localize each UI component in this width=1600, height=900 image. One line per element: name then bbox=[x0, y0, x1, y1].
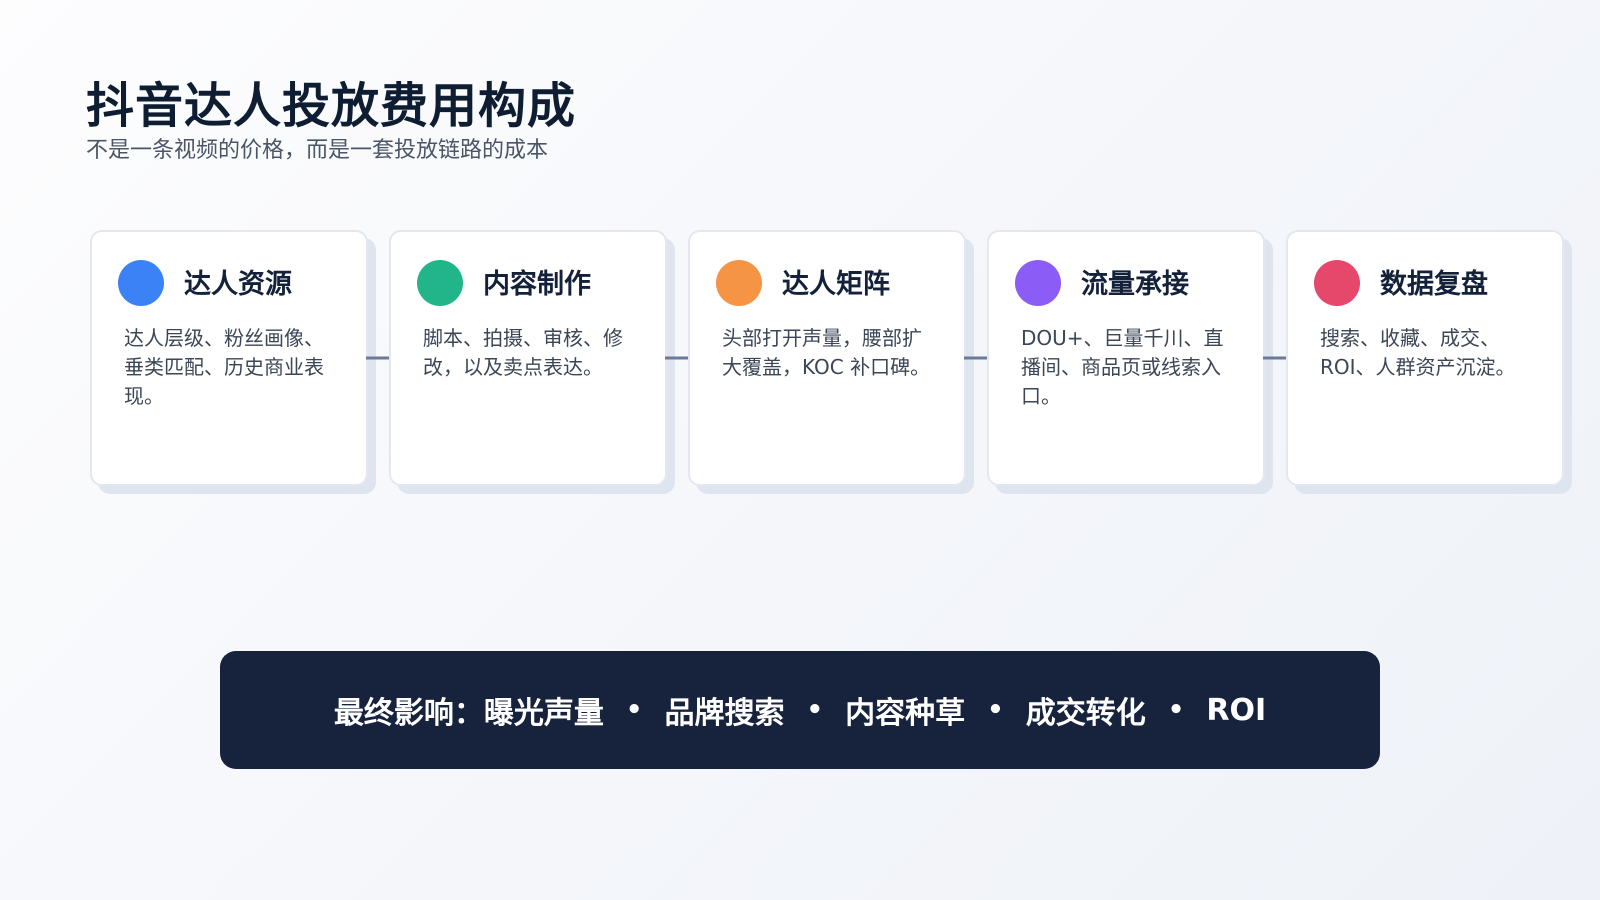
bullet-separator: • bbox=[987, 695, 1004, 725]
impact-item: 品牌搜索 bbox=[664, 696, 785, 731]
bullet-separator: • bbox=[625, 695, 643, 725]
step-card-content-production: 内容制作 脚本、拍摄、审核、修改，以及卖点表达。 bbox=[389, 230, 667, 486]
impact-item: 曝光声量 bbox=[483, 696, 604, 731]
impact-item: ROI bbox=[1206, 692, 1267, 728]
arrow-right-icon bbox=[366, 230, 401, 486]
step-dot-icon bbox=[118, 260, 164, 306]
arrow-right-icon bbox=[1263, 230, 1298, 486]
process-flow: 达人资源 达人层级、粉丝画像、垂类匹配、历史商业表现。 内容制作 脚本、拍摄、审… bbox=[90, 230, 1564, 486]
impact-item: 内容种草 bbox=[845, 696, 966, 731]
step-description: 脚本、拍摄、审核、修改，以及卖点表达。 bbox=[423, 326, 623, 379]
impact-item: 成交转化 bbox=[1025, 696, 1146, 731]
step-description: DOU+、巨量千川、直播间、商品页或线索入口。 bbox=[1021, 326, 1224, 408]
step-card-data-review: 数据复盘 搜索、收藏、成交、ROI、人群资产沉淀。 bbox=[1286, 230, 1564, 486]
step-title: 数据复盘 bbox=[1380, 269, 1488, 300]
step-title: 达人资源 bbox=[184, 269, 292, 300]
bullet-separator: • bbox=[1167, 695, 1185, 725]
bullet-separator: • bbox=[806, 695, 824, 725]
step-card-talent-resources: 达人资源 达人层级、粉丝画像、垂类匹配、历史商业表现。 bbox=[90, 230, 368, 486]
step-dot-icon bbox=[716, 260, 762, 306]
impact-banner: 最终影响： 曝光声量 • 品牌搜索 • 内容种草 • 成交转化 • ROI bbox=[220, 651, 1380, 769]
step-title: 达人矩阵 bbox=[782, 269, 890, 300]
page-subtitle: 不是一条视频的价格，而是一套投放链路的成本 bbox=[86, 138, 549, 163]
step-title: 流量承接 bbox=[1081, 269, 1189, 300]
step-dot-icon bbox=[1314, 260, 1360, 306]
step-title: 内容制作 bbox=[483, 269, 591, 300]
impact-prefix: 最终影响： bbox=[333, 696, 484, 731]
step-card-traffic-conversion: 流量承接 DOU+、巨量千川、直播间、商品页或线索入口。 bbox=[987, 230, 1265, 486]
step-dot-icon bbox=[1015, 260, 1061, 306]
arrow-right-icon bbox=[665, 230, 700, 486]
step-description: 达人层级、粉丝画像、垂类匹配、历史商业表现。 bbox=[124, 326, 324, 408]
step-card-talent-matrix: 达人矩阵 头部打开声量，腰部扩大覆盖，KOC 补口碑。 bbox=[688, 230, 966, 486]
step-description: 搜索、收藏、成交、ROI、人群资产沉淀。 bbox=[1320, 326, 1516, 379]
step-description: 头部打开声量，腰部扩大覆盖，KOC 补口碑。 bbox=[722, 326, 931, 379]
step-dot-icon bbox=[417, 260, 463, 306]
arrow-right-icon bbox=[964, 230, 999, 486]
page-title: 抖音达人投放费用构成 bbox=[86, 78, 577, 134]
